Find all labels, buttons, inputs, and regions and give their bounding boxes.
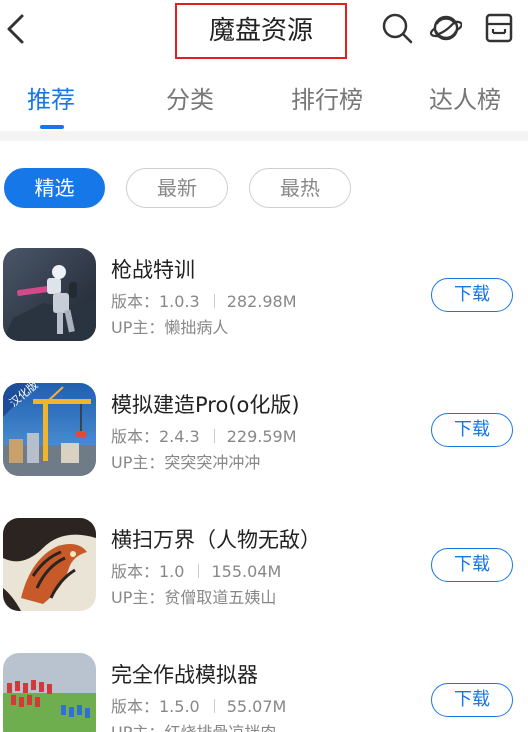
download-button[interactable]: 下载 [431, 413, 513, 447]
box-icon[interactable] [483, 12, 515, 44]
filter-chips: 精选 最新 最热 [0, 165, 528, 211]
category-tabs: 推荐 分类 排行榜 达人榜 [0, 70, 528, 130]
app-uploader: UP主：突突突冲冲冲 [111, 453, 261, 472]
list-item[interactable]: 横扫万界（人物无敌） 版本：1.0 155.04M UP主：贫僧取道五姨山 下载 [0, 518, 528, 628]
meta-divider [213, 429, 215, 443]
app-icon-battle-simulator [3, 653, 96, 732]
app-version-size: 版本：1.5.0 55.07M [111, 693, 286, 717]
top-bar: 魔盘资源 [0, 0, 528, 60]
app-version: 版本：1.5.0 [111, 697, 200, 716]
app-size: 155.04M [211, 562, 282, 581]
list-item[interactable]: 汉化版 模拟建造Pro(o化版) 版本：2.4.3 229.59M UP主：突突突… [0, 383, 528, 493]
app-version: 版本：1.0 [111, 562, 185, 581]
app-name: 横扫万界（人物无敌） [111, 528, 321, 552]
app-version-size: 版本：2.4.3 229.59M [111, 423, 297, 447]
app-size: 229.59M [226, 427, 297, 446]
app-icon-building-simulator: 汉化版 [3, 383, 96, 476]
app-name: 模拟建造Pro(o化版) [111, 393, 300, 417]
app-version-size: 版本：1.0 155.04M [111, 558, 281, 582]
app-icon-sweep-worlds [3, 518, 96, 611]
app-version: 版本：2.4.3 [111, 427, 200, 446]
tab-ranking[interactable]: 排行榜 [291, 80, 363, 115]
title-highlight-box: 魔盘资源 [175, 3, 347, 59]
app-name: 完全作战模拟器 [111, 663, 258, 687]
app-uploader: UP主：红烧排骨凉拌肉 [111, 719, 276, 732]
search-icon[interactable] [381, 12, 413, 44]
chip-hottest[interactable]: 最热 [249, 168, 351, 208]
active-tab-indicator [40, 125, 64, 129]
meta-divider [213, 699, 215, 713]
list-item[interactable]: 枪战特训 版本：1.0.3 282.98M UP主：懒拙病人 下载 [0, 248, 528, 358]
app-icon-gun-training [3, 248, 96, 341]
tab-categories[interactable]: 分类 [166, 80, 214, 115]
chip-newest[interactable]: 最新 [126, 168, 228, 208]
download-button[interactable]: 下载 [431, 278, 513, 312]
meta-divider [198, 564, 200, 578]
app-size: 55.07M [226, 697, 287, 716]
download-button[interactable]: 下载 [431, 683, 513, 717]
back-icon[interactable] [2, 10, 30, 48]
app-version: 版本：1.0.3 [111, 292, 200, 311]
app-uploader: UP主：懒拙病人 [111, 318, 229, 337]
app-version-size: 版本：1.0.3 282.98M [111, 288, 297, 312]
page-title: 魔盘资源 [208, 16, 313, 46]
planet-icon[interactable] [430, 12, 462, 44]
divider [0, 131, 528, 141]
app-name: 枪战特训 [111, 258, 195, 282]
list-item[interactable]: 完全作战模拟器 版本：1.5.0 55.07M UP主：红烧排骨凉拌肉 下载 [0, 653, 528, 732]
app-size: 282.98M [226, 292, 297, 311]
download-button[interactable]: 下载 [431, 548, 513, 582]
app-uploader: UP主：贫僧取道五姨山 [111, 588, 277, 607]
chip-featured[interactable]: 精选 [4, 168, 105, 208]
tab-recommended[interactable]: 推荐 [27, 80, 75, 115]
tab-experts[interactable]: 达人榜 [429, 80, 501, 115]
meta-divider [213, 294, 215, 308]
